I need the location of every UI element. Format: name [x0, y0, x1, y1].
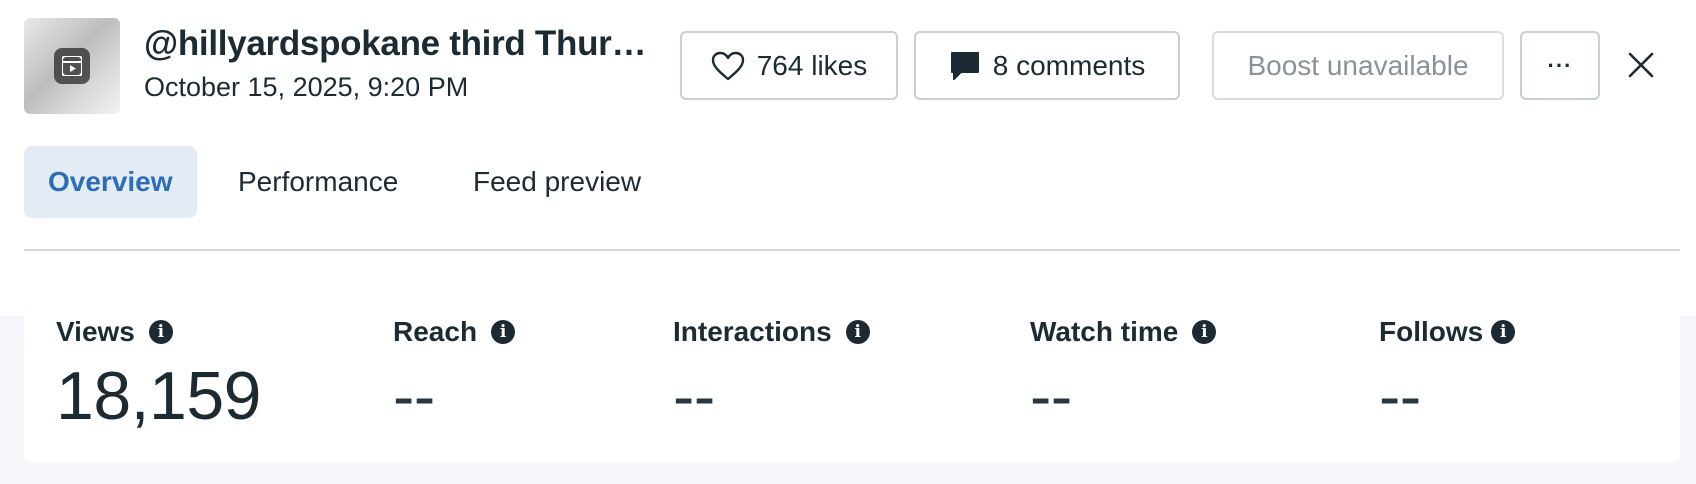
metric-reach: Reach i -- [393, 314, 516, 432]
metric-watch-time-label: Watch time [1030, 316, 1179, 347]
likes-label: 764 likes [756, 49, 868, 81]
metric-reach-value: -- [393, 360, 435, 432]
tabs-divider [24, 249, 1680, 251]
close-button[interactable] [1622, 46, 1660, 84]
close-icon [1628, 52, 1654, 78]
info-icon[interactable]: i [845, 320, 870, 344]
more-options-button[interactable]: ··· [1520, 31, 1600, 100]
metric-views-label: Views [56, 316, 135, 347]
more-dots-icon: ··· [1547, 52, 1573, 78]
post-title: @hillyardspokane third Thur… [144, 24, 647, 63]
metric-reach-label: Reach [393, 316, 478, 347]
info-icon[interactable]: i [1192, 320, 1217, 344]
metric-follows-label: Follows [1379, 316, 1484, 347]
metric-watch-time-value: -- [1030, 360, 1072, 432]
boost-button[interactable]: Boost unavailable [1212, 31, 1504, 100]
heart-icon [711, 51, 744, 80]
tab-overview-label: Overview [48, 166, 173, 197]
comments-label: 8 comments [992, 49, 1146, 81]
likes-button[interactable]: 764 likes [680, 31, 898, 100]
boost-label: Boost unavailable [1247, 49, 1469, 81]
metric-watch-time: Watch time i -- [1030, 314, 1217, 432]
post-date: October 15, 2025, 9:20 PM [144, 72, 469, 102]
metric-follows-value: -- [1379, 360, 1421, 432]
tab-overview[interactable]: Overview [24, 146, 197, 218]
info-icon[interactable]: i [491, 320, 516, 344]
info-icon[interactable]: i [1491, 320, 1516, 344]
metric-interactions: Interactions i -- [673, 314, 870, 432]
info-icon[interactable]: i [148, 320, 173, 344]
tab-feed-preview-label: Feed preview [473, 166, 642, 197]
speech-bubble-icon [950, 51, 979, 80]
tab-performance[interactable]: Performance [214, 146, 422, 218]
metric-views: Views i 18,159 [56, 314, 261, 432]
metric-interactions-label: Interactions [673, 316, 832, 347]
comments-button[interactable]: 8 comments [914, 31, 1180, 100]
metric-interactions-value: -- [673, 360, 715, 432]
reel-play-icon [54, 48, 90, 84]
metric-follows: Follows i -- [1379, 314, 1516, 432]
tab-feed-preview[interactable]: Feed preview [449, 146, 665, 218]
post-thumbnail[interactable] [24, 18, 120, 114]
tab-performance-label: Performance [238, 166, 399, 197]
metric-views-value: 18,159 [56, 358, 261, 434]
